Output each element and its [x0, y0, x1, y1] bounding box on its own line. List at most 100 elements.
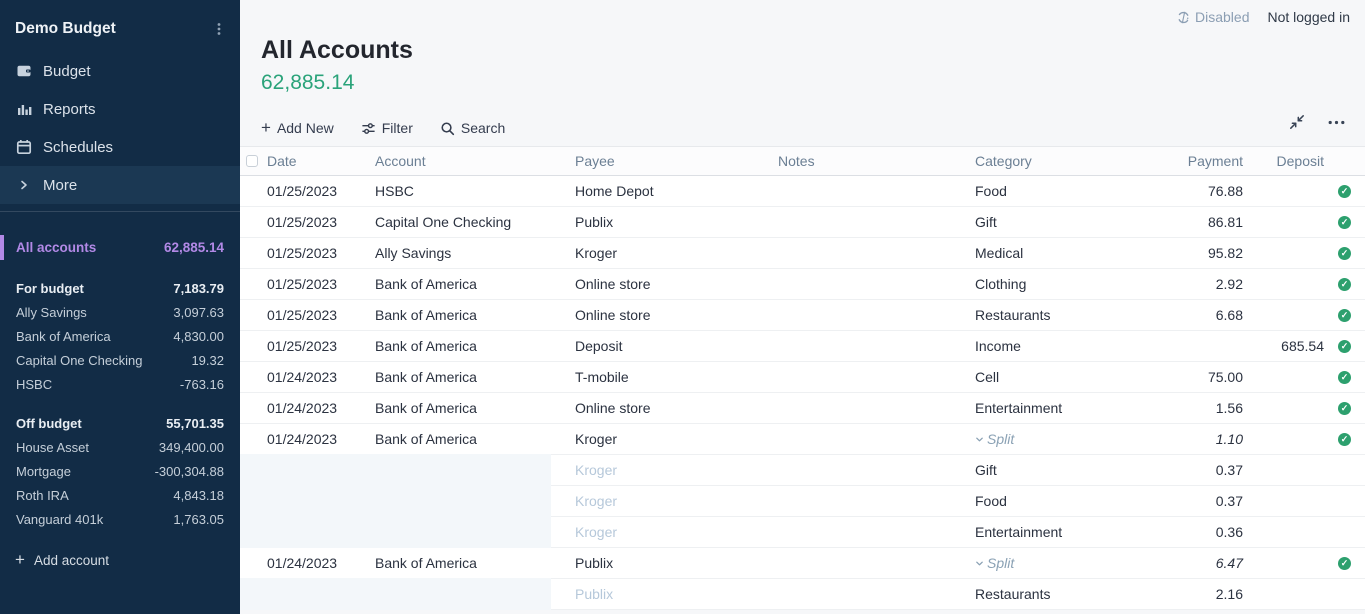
category-cell[interactable]: Gift	[975, 214, 1150, 230]
payment-cell[interactable]: 2.16	[1150, 586, 1243, 602]
payment-cell[interactable]: 0.37	[1150, 462, 1243, 478]
date-cell[interactable]: 01/25/2023	[267, 245, 375, 261]
payee-cell[interactable]: Kroger	[575, 462, 778, 478]
payment-cell[interactable]: 6.47	[1150, 555, 1243, 571]
account-cell[interactable]: HSBC	[375, 183, 575, 199]
category-cell[interactable]: Medical	[975, 245, 1150, 261]
deposit-cell[interactable]: 685.54	[1243, 338, 1324, 354]
transaction-row[interactable]: 01/25/2023 Bank of America Online store …	[240, 269, 1365, 300]
account-cell[interactable]: Ally Savings	[375, 245, 575, 261]
col-header-deposit[interactable]: Deposit	[1243, 153, 1324, 169]
account-cell[interactable]: Bank of America	[375, 369, 575, 385]
transaction-row[interactable]: 01/24/2023 Bank of America Online store …	[240, 393, 1365, 424]
payment-cell[interactable]: 86.81	[1150, 214, 1243, 230]
nav-item-schedules[interactable]: Schedules	[0, 128, 240, 166]
cleared-check-icon[interactable]	[1338, 340, 1351, 353]
cleared-check-icon[interactable]	[1338, 185, 1351, 198]
sidebar-account-item[interactable]: Capital One Checking 19.32	[0, 348, 240, 372]
col-header-account[interactable]: Account	[375, 153, 575, 169]
col-header-category[interactable]: Category	[975, 153, 1150, 169]
budget-menu-icon[interactable]	[212, 22, 226, 36]
payment-cell[interactable]: 0.37	[1150, 493, 1243, 509]
nav-item-more[interactable]: More	[0, 166, 240, 204]
account-cell[interactable]: Bank of America	[375, 338, 575, 354]
transaction-row[interactable]: Kroger Gift 0.37	[240, 455, 1365, 486]
date-cell[interactable]: 01/25/2023	[267, 307, 375, 323]
cleared-check-icon[interactable]	[1338, 216, 1351, 229]
category-cell[interactable]: Gift	[975, 462, 1150, 478]
sidebar-account-item[interactable]: Roth IRA 4,843.18	[0, 483, 240, 507]
cleared-check-icon[interactable]	[1338, 557, 1351, 570]
payee-cell[interactable]: Kroger	[575, 524, 778, 540]
col-header-payment[interactable]: Payment	[1150, 153, 1243, 169]
transaction-row[interactable]: Kroger Food 0.37	[240, 486, 1365, 517]
category-cell[interactable]: Clothing	[975, 276, 1150, 292]
sidebar-account-item[interactable]: Vanguard 401k 1,763.05	[0, 507, 240, 531]
payee-cell[interactable]: Kroger	[575, 245, 778, 261]
sidebar-account-item[interactable]: House Asset 349,400.00	[0, 435, 240, 459]
transaction-row[interactable]: Kroger Entertainment 0.36	[240, 517, 1365, 548]
category-cell[interactable]: Restaurants	[975, 586, 1150, 602]
budget-name[interactable]: Demo Budget	[15, 20, 116, 38]
date-cell[interactable]: 01/25/2023	[267, 214, 375, 230]
payee-cell[interactable]: Publix	[575, 555, 778, 571]
date-cell[interactable]: 01/25/2023	[267, 338, 375, 354]
payee-cell[interactable]: Deposit	[575, 338, 778, 354]
col-header-notes[interactable]: Notes	[778, 153, 975, 169]
transaction-row[interactable]: 01/24/2023 Bank of America Kroger Split …	[240, 424, 1365, 455]
date-cell[interactable]: 01/24/2023	[267, 431, 375, 447]
payment-cell[interactable]: 75.00	[1150, 369, 1243, 385]
sidebar-account-item[interactable]: HSBC -763.16	[0, 372, 240, 396]
select-all-checkbox[interactable]	[246, 155, 258, 167]
date-cell[interactable]: 01/24/2023	[267, 400, 375, 416]
sidebar-account-item[interactable]: Bank of America 4,830.00	[0, 324, 240, 348]
date-cell[interactable]: 01/24/2023	[267, 555, 375, 571]
payment-cell[interactable]: 1.56	[1150, 400, 1243, 416]
collapse-icon[interactable]	[1289, 114, 1305, 130]
payee-cell[interactable]: Kroger	[575, 431, 778, 447]
account-group-header[interactable]: Off budget 55,701.35	[0, 411, 240, 435]
nav-item-budget[interactable]: Budget	[0, 52, 240, 90]
cleared-check-icon[interactable]	[1338, 433, 1351, 446]
category-cell[interactable]: Restaurants	[975, 307, 1150, 323]
date-cell[interactable]: 01/25/2023	[267, 183, 375, 199]
category-cell[interactable]: Food	[975, 493, 1150, 509]
category-cell[interactable]: Split	[975, 431, 1150, 448]
payment-cell[interactable]: 1.10	[1150, 431, 1243, 447]
split-category-toggle[interactable]: Split	[975, 431, 1014, 447]
transaction-row[interactable]: 01/25/2023 Ally Savings Kroger Medical 9…	[240, 238, 1365, 269]
category-cell[interactable]: Entertainment	[975, 400, 1150, 416]
search-button[interactable]: Search	[440, 120, 505, 136]
transaction-row[interactable]: 01/25/2023 Capital One Checking Publix G…	[240, 207, 1365, 238]
sidebar-account-item[interactable]: Mortgage -300,304.88	[0, 459, 240, 483]
account-cell[interactable]: Bank of America	[375, 555, 575, 571]
cleared-check-icon[interactable]	[1338, 247, 1351, 260]
account-cell[interactable]: Bank of America	[375, 431, 575, 447]
col-header-date[interactable]: Date	[267, 153, 375, 169]
account-cell[interactable]: Bank of America	[375, 307, 575, 323]
date-cell[interactable]: 01/25/2023	[267, 276, 375, 292]
transaction-row[interactable]: Publix Restaurants 2.16	[240, 579, 1365, 610]
payee-cell[interactable]: T-mobile	[575, 369, 778, 385]
login-status[interactable]: Not logged in	[1267, 9, 1350, 25]
cleared-check-icon[interactable]	[1338, 402, 1351, 415]
split-category-toggle[interactable]: Split	[975, 555, 1014, 571]
cleared-check-icon[interactable]	[1338, 309, 1351, 322]
account-cell[interactable]: Bank of America	[375, 400, 575, 416]
transaction-row[interactable]: 01/25/2023 HSBC Home Depot Food 76.88	[240, 176, 1365, 207]
account-cell[interactable]: Capital One Checking	[375, 214, 575, 230]
payee-cell[interactable]: Home Depot	[575, 183, 778, 199]
payment-cell[interactable]: 0.36	[1150, 524, 1243, 540]
payment-cell[interactable]: 95.82	[1150, 245, 1243, 261]
category-cell[interactable]: Entertainment	[975, 524, 1150, 540]
cleared-check-icon[interactable]	[1338, 371, 1351, 384]
transaction-row[interactable]: 01/25/2023 Bank of America Online store …	[240, 300, 1365, 331]
sync-status-button[interactable]: Disabled	[1177, 9, 1249, 25]
category-cell[interactable]: Income	[975, 338, 1150, 354]
payee-cell[interactable]: Online store	[575, 307, 778, 323]
transaction-row[interactable]: 01/25/2023 Bank of America Deposit Incom…	[240, 331, 1365, 362]
filter-button[interactable]: Filter	[361, 120, 413, 136]
payment-cell[interactable]: 2.92	[1150, 276, 1243, 292]
payee-cell[interactable]: Publix	[575, 214, 778, 230]
account-group-header[interactable]: For budget 7,183.79	[0, 276, 240, 300]
